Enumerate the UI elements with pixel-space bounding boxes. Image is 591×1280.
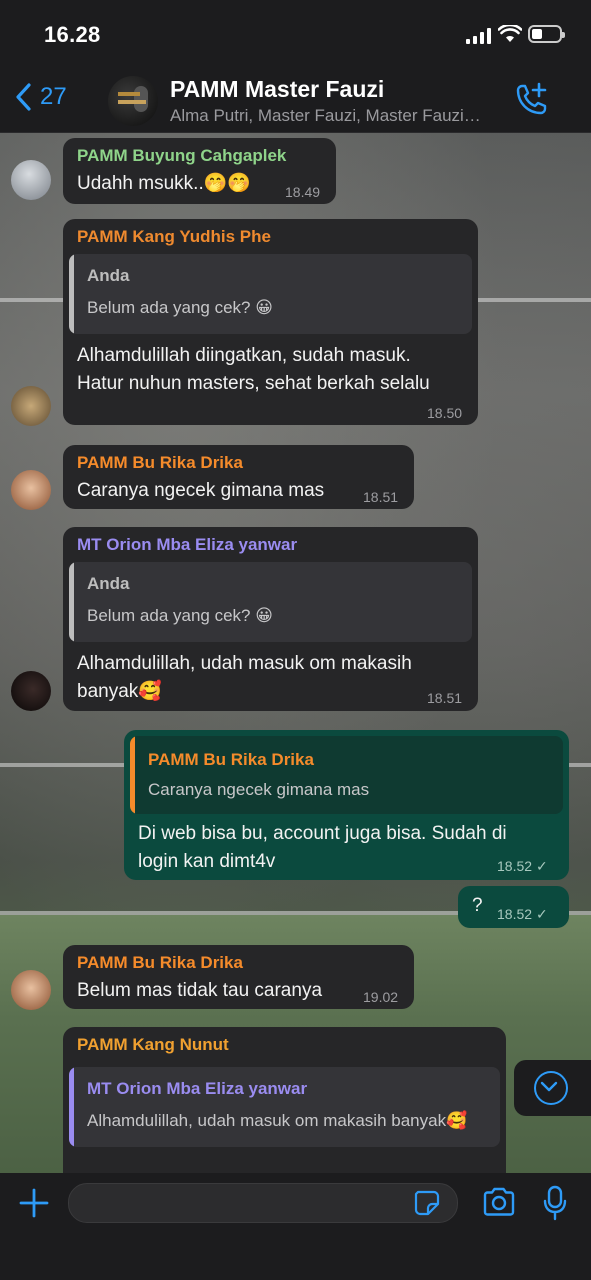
quote-text: Belum ada yang cek? 😀 [87,606,273,625]
message-text: Belum mas tidak tau caranya [77,980,323,1001]
quote-text: Caranya ngecek gimana mas [148,780,370,799]
status-time: 16.28 [44,22,101,47]
message-bubble[interactable]: PAMM Bu Rika Drika Caranya ngecek gimana… [63,445,414,509]
chat-title[interactable]: PAMM Master Fauzi [170,76,384,103]
message-list[interactable]: PAMM Buyung Cahgaplek Udahh msukk..🤭🤭 18… [0,133,591,1173]
avatar[interactable] [11,671,51,711]
message-text: Udahh msukk..🤭🤭 [77,173,252,194]
composer-bar [0,1173,591,1280]
message-text: Di web bisa bu, account juga bisa. Sudah… [138,823,507,844]
avatar[interactable] [11,386,51,426]
wifi-icon [498,25,522,42]
message-time: 18.52 ✓ [497,906,548,923]
reply-quote[interactable]: Anda Belum ada yang cek? 😀 [69,254,472,334]
message-bubble[interactable]: PAMM Kang Nunut MT Orion Mba Eliza yanwa… [63,1027,506,1173]
message-text: ? [472,895,483,916]
message-bubble[interactable]: PAMM Kang Yudhis Phe Anda Belum ada yang… [63,219,478,425]
message-bubble[interactable]: PAMM Buyung Cahgaplek Udahh msukk..🤭🤭 18… [63,138,336,204]
sender-name: PAMM Kang Yudhis Phe [77,227,271,246]
quote-sender: Anda [87,574,130,593]
back-button[interactable]: 27 [14,82,67,112]
message-time: 19.02 [363,989,399,1005]
message-time: 18.51 [363,489,399,505]
unread-count: 27 [40,83,67,110]
battery-icon [528,25,565,43]
message-time: 18.50 [427,405,463,421]
message-bubble[interactable]: PAMM Bu Rika Drika Belum mas tidak tau c… [63,945,414,1009]
reply-quote[interactable]: PAMM Bu Rika Drika Caranya ngecek gimana… [130,736,563,814]
quote-sender: Anda [87,266,130,285]
message-text: Hatur nuhun masters, sehat berkah selalu [77,373,430,394]
phone-plus-icon[interactable] [512,82,548,118]
sender-name: MT Orion Mba Eliza yanwar [77,535,298,554]
sender-name: PAMM Bu Rika Drika [77,953,243,972]
avatar[interactable] [11,160,51,200]
chat-header: 27 PAMM Master Fauzi Alma Putri, Master … [0,68,591,133]
sender-name: PAMM Buyung Cahgaplek [77,146,287,165]
group-avatar[interactable] [108,76,158,126]
sent-check-icon: ✓ [535,858,548,874]
message-bubble-outgoing[interactable]: PAMM Bu Rika Drika Caranya ngecek gimana… [124,730,569,880]
message-text: login kan dimt4v [138,851,276,872]
message-time: 18.52 ✓ [497,858,548,875]
quote-bar [69,254,74,334]
message-time-value: 18.52 [497,858,533,874]
quote-bar [69,1067,74,1147]
message-bubble[interactable]: MT Orion Mba Eliza yanwar Anda Belum ada… [63,527,478,711]
microphone-icon[interactable] [543,1185,567,1221]
avatar[interactable] [11,470,51,510]
message-time-value: 18.52 [497,906,533,922]
quote-bar [69,562,74,642]
scroll-to-bottom-button[interactable] [514,1060,591,1116]
camera-icon[interactable] [482,1187,516,1217]
chevron-down-icon [534,1071,568,1105]
chevron-left-icon [16,83,31,111]
chat-members[interactable]: Alma Putri, Master Fauzi, Master Fauzi… [170,106,500,126]
quote-sender: PAMM Bu Rika Drika [148,750,314,769]
message-text: Alhamdulillah, udah masuk om makasih [77,653,412,674]
message-input[interactable] [68,1183,458,1223]
quote-sender: MT Orion Mba Eliza yanwar [87,1079,308,1098]
sender-name: PAMM Kang Nunut [77,1035,229,1054]
sticker-icon[interactable] [414,1190,440,1216]
avatar[interactable] [11,970,51,1010]
plus-icon[interactable] [18,1187,50,1219]
message-text: Alhamdulillah diingatkan, sudah masuk. [77,345,411,366]
reply-quote[interactable]: MT Orion Mba Eliza yanwar Alhamdulillah,… [69,1067,500,1147]
reply-quote[interactable]: Anda Belum ada yang cek? 😀 [69,562,472,642]
status-bar: 16.28 [0,0,591,68]
message-text: banyak🥰 [77,681,162,702]
sent-check-icon: ✓ [535,906,548,922]
message-time: 18.51 [427,690,463,706]
quote-bar [130,736,135,814]
message-time: 18.49 [285,184,321,200]
signal-icon [466,28,491,44]
quote-text: Belum ada yang cek? 😀 [87,298,273,317]
quote-text: Alhamdulillah, udah masuk om makasih ban… [87,1111,468,1130]
message-bubble-outgoing[interactable]: ? 18.52 ✓ [458,886,569,928]
sender-name: PAMM Bu Rika Drika [77,453,243,472]
message-text: Caranya ngecek gimana mas [77,480,325,501]
